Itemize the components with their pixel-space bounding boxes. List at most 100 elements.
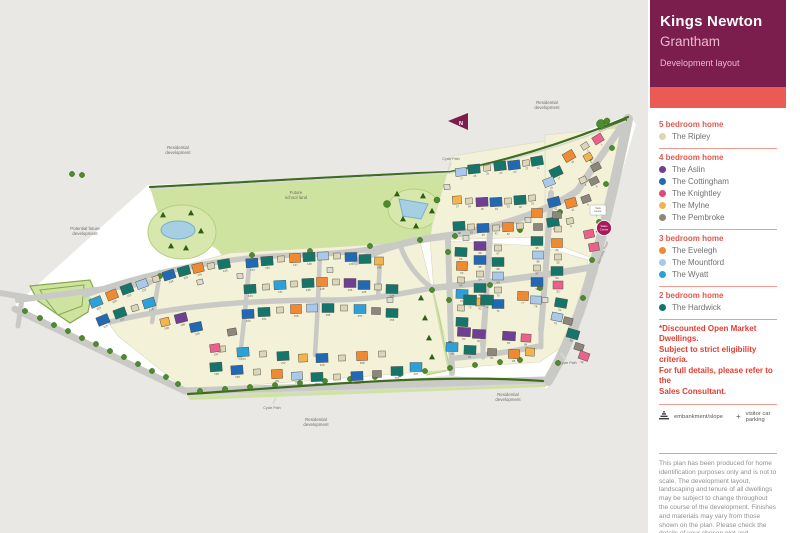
svg-text:74: 74 <box>485 305 489 309</box>
house-plot <box>259 351 266 357</box>
development-town: Grantham <box>660 34 776 49</box>
sidebar-header: Kings Newton Grantham Development layout <box>650 0 786 87</box>
svg-text:83: 83 <box>490 356 494 360</box>
svg-text:77: 77 <box>521 301 525 305</box>
svg-text:126: 126 <box>348 288 353 292</box>
svg-text:212: 212 <box>281 361 286 365</box>
house-type-color-dot <box>659 304 666 311</box>
svg-text:Residentialdevelopment: Residentialdevelopment <box>534 100 560 110</box>
legend-heading: 5 bedroom home <box>659 120 777 129</box>
svg-text:208: 208 <box>360 361 365 365</box>
svg-text:56: 56 <box>555 248 559 252</box>
svg-text:70: 70 <box>496 293 500 297</box>
svg-text:201: 201 <box>275 379 280 383</box>
discount-note-line: Sales Consultant. <box>659 387 777 397</box>
svg-text:54: 54 <box>555 276 559 280</box>
house-plot <box>456 317 468 326</box>
house-plot <box>341 305 348 311</box>
house-type-color-dot <box>659 202 666 209</box>
development-title: Kings Newton <box>660 13 776 30</box>
house-plot <box>372 370 381 377</box>
house-plot <box>317 252 328 260</box>
visitor-parking-label: visitor car parking <box>746 411 777 423</box>
development-layout-page: 1218317164512116710827262524232221373635… <box>0 0 800 533</box>
house-plot <box>359 254 371 263</box>
house-plot <box>327 267 333 272</box>
svg-text:137: 137 <box>293 263 298 267</box>
svg-text:96: 96 <box>536 259 540 263</box>
house-plot <box>457 305 464 311</box>
legend-heading: 4 bedroom home <box>659 153 777 162</box>
house-type-color-dot <box>659 247 666 254</box>
house-plot <box>583 229 594 239</box>
svg-text:65: 65 <box>478 265 482 269</box>
svg-text:133: 133 <box>248 294 253 298</box>
legend-item: The Mountford <box>659 258 777 267</box>
svg-text:135: 135 <box>265 266 270 270</box>
house-plot <box>276 307 283 313</box>
house-type-name: The Cottingham <box>672 177 729 186</box>
house-plot <box>525 218 531 223</box>
svg-text:78: 78 <box>534 304 538 308</box>
svg-text:155: 155 <box>326 313 331 317</box>
svg-text:128: 128 <box>320 287 325 291</box>
house-plot <box>371 307 380 314</box>
svg-text:199: 199 <box>235 375 240 379</box>
svg-text:143: 143 <box>377 265 382 269</box>
svg-text:98: 98 <box>535 287 539 291</box>
legend-heading: 2 bedroom home <box>659 291 777 300</box>
svg-text:64: 64 <box>478 277 482 281</box>
house-type-name: The Pembroke <box>672 213 724 222</box>
svg-text:62: 62 <box>478 306 482 310</box>
divider <box>659 453 777 454</box>
house-plot <box>525 348 534 356</box>
house-plot <box>290 281 297 287</box>
discount-note-line: For full details, please refer to the <box>659 366 777 385</box>
svg-text:68: 68 <box>496 267 500 271</box>
house-type-name: The Hardwick <box>672 303 721 312</box>
svg-text:67: 67 <box>496 251 500 255</box>
house-type-name: The Ripley <box>672 132 710 141</box>
divider <box>659 229 777 230</box>
svg-text:58: 58 <box>459 257 463 261</box>
house-plot <box>306 304 317 312</box>
house-plot <box>463 236 469 241</box>
svg-text:157: 157 <box>358 314 363 318</box>
svg-text:Cycle Path: Cycle Path <box>442 157 459 161</box>
house-plot <box>253 369 260 375</box>
legend-item: The Evelegh <box>659 246 777 255</box>
house-plot <box>532 209 543 218</box>
svg-text:141: 141 <box>349 262 354 266</box>
house-plot <box>553 212 562 219</box>
house-plot <box>375 284 382 290</box>
house-type-name: The Knightley <box>672 189 721 198</box>
house-type-name: The Mountford <box>672 258 724 267</box>
svg-text:198: 198 <box>214 372 219 376</box>
house-plot <box>555 226 562 232</box>
house-plot <box>542 298 548 303</box>
house-type-color-dot <box>659 178 666 185</box>
house-plot <box>333 374 340 380</box>
house-type-color-dot <box>659 271 666 278</box>
legend-item: The Cottingham <box>659 177 777 186</box>
house-plot <box>207 262 215 269</box>
legend-heading: 3 bedroom home <box>659 234 777 243</box>
house-plot <box>444 184 450 190</box>
svg-text:40: 40 <box>482 233 486 237</box>
house-plot <box>387 298 393 303</box>
development-map: 1218317164512116710827262524232221373635… <box>0 0 648 533</box>
svg-text:60: 60 <box>459 283 463 287</box>
svg-text:202: 202 <box>295 380 300 384</box>
house-plot <box>262 284 269 290</box>
legend-item: The Ripley <box>659 132 777 141</box>
svg-text:53: 53 <box>556 289 560 293</box>
svg-text:151: 151 <box>262 317 267 321</box>
svg-text:71: 71 <box>496 309 500 313</box>
svg-text:203: 203 <box>315 382 320 386</box>
svg-text:Residentialdevelopment: Residentialdevelopment <box>303 417 329 427</box>
svg-text:82: 82 <box>477 339 481 343</box>
svg-text:59: 59 <box>460 271 464 275</box>
house-plot <box>332 279 339 285</box>
svg-text:131: 131 <box>278 290 283 294</box>
svg-text:55: 55 <box>556 260 560 264</box>
